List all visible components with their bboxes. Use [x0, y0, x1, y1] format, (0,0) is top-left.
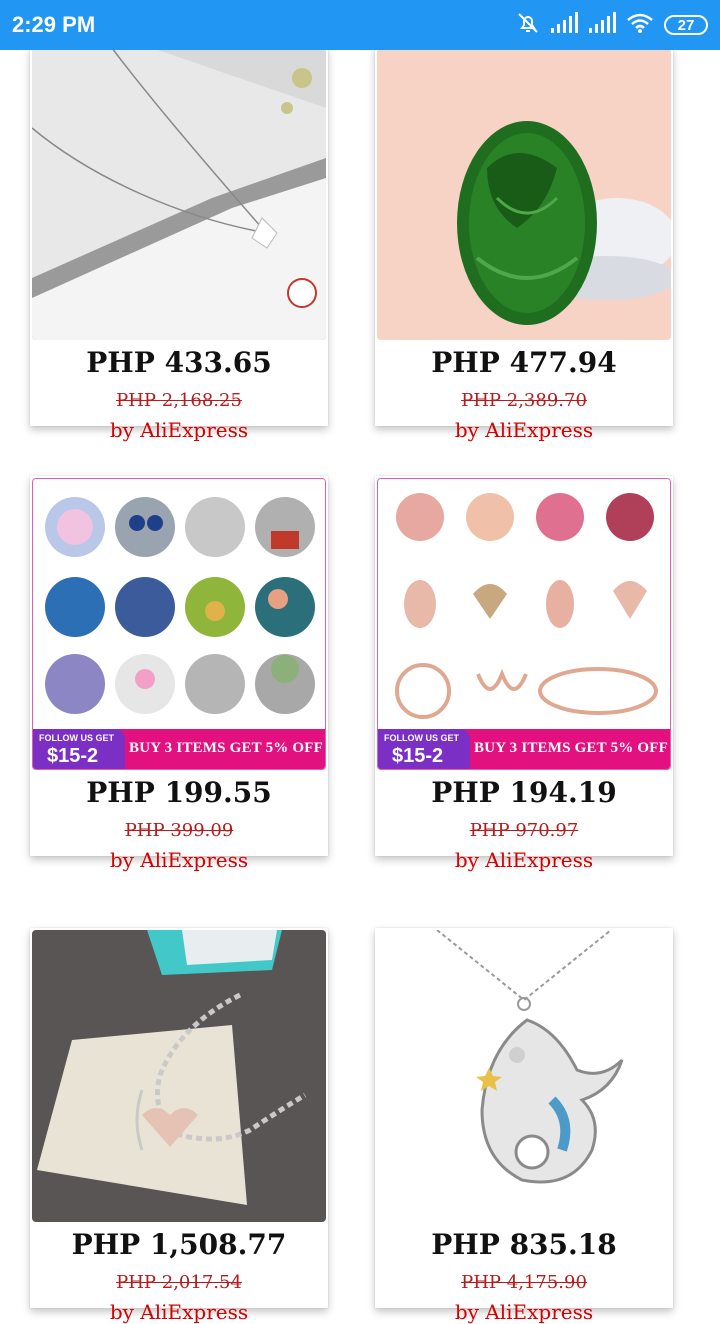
product-card[interactable]: FOLLOW US GET $15-2 BUY 3 ITEMS GET 5% O… — [30, 476, 328, 872]
product-price: PHP 1,508.77 — [71, 1228, 287, 1261]
status-time: 2:29 PM — [12, 12, 96, 37]
promo-follow-text: FOLLOW US GET — [384, 733, 459, 743]
product-old-price: PHP 2,017.54 — [116, 1272, 242, 1293]
promo-amount: $15-2 — [47, 745, 99, 767]
promo-coupon: FOLLOW US GET $15-2 — [378, 729, 470, 769]
product-old-price: PHP 2,168.25 — [116, 390, 242, 411]
product-seller: by AliExpress — [454, 418, 594, 442]
product-price: PHP 199.55 — [86, 776, 272, 809]
product-seller: by AliExpress — [454, 848, 594, 872]
status-bar: 2:29 PM 27 — [0, 0, 720, 50]
product-card[interactable]: PHP 1,508.77 PHP 2,017.54 by AliExpress — [30, 928, 328, 1324]
product-image[interactable] — [32, 930, 326, 1222]
promo-banner: FOLLOW US GET $15-2 BUY 3 ITEMS GET 5% O… — [378, 729, 670, 769]
signal-icon — [588, 11, 616, 39]
signal-icon — [550, 11, 578, 39]
product-price: PHP 477.94 — [431, 346, 617, 379]
product-old-price: PHP 2,389.70 — [461, 390, 587, 411]
product-image[interactable] — [377, 930, 671, 1222]
status-icons: 27 — [516, 10, 708, 40]
product-card[interactable]: FOLLOW US GET $15-2 BUY 3 ITEMS GET 5% O… — [375, 476, 673, 872]
product-seller: by AliExpress — [109, 418, 249, 442]
promo-follow-text: FOLLOW US GET — [39, 733, 114, 743]
bell-off-icon — [516, 11, 540, 40]
product-image[interactable]: FOLLOW US GET $15-2 BUY 3 ITEMS GET 5% O… — [32, 478, 326, 770]
product-image[interactable] — [32, 48, 326, 340]
battery-icon: 27 — [664, 15, 708, 35]
product-image[interactable]: FOLLOW US GET $15-2 BUY 3 ITEMS GET 5% O… — [377, 478, 671, 770]
product-old-price: PHP 399.09 — [124, 820, 234, 841]
product-seller: by AliExpress — [109, 848, 249, 872]
promo-banner: FOLLOW US GET $15-2 BUY 3 ITEMS GET 5% O… — [33, 729, 325, 769]
promo-offer: BUY 3 ITEMS GET 5% OFF — [474, 740, 669, 756]
product-price: PHP 835.18 — [431, 1228, 617, 1261]
wifi-icon — [626, 12, 654, 39]
product-old-price: PHP 970.97 — [469, 820, 579, 841]
product-seller: by AliExpress — [109, 1300, 249, 1324]
promo-coupon: FOLLOW US GET $15-2 — [33, 729, 125, 769]
product-price: PHP 194.19 — [431, 776, 617, 809]
product-old-price: PHP 4,175.90 — [461, 1272, 587, 1293]
promo-amount: $15-2 — [392, 745, 444, 767]
promo-offer: BUY 3 ITEMS GET 5% OFF — [129, 740, 324, 756]
product-card[interactable]: PHP 433.65 PHP 2,168.25 by AliExpress — [30, 46, 328, 442]
product-card[interactable]: PHP 477.94 PHP 2,389.70 by AliExpress — [375, 46, 673, 442]
product-seller: by AliExpress — [454, 1300, 594, 1324]
product-grid: PHP 433.65 PHP 2,168.25 by AliExpress PH… — [0, 0, 720, 1324]
product-card[interactable]: PHP 835.18 PHP 4,175.90 by AliExpress — [375, 928, 673, 1324]
product-price: PHP 433.65 — [86, 346, 272, 379]
product-image[interactable] — [377, 48, 671, 340]
